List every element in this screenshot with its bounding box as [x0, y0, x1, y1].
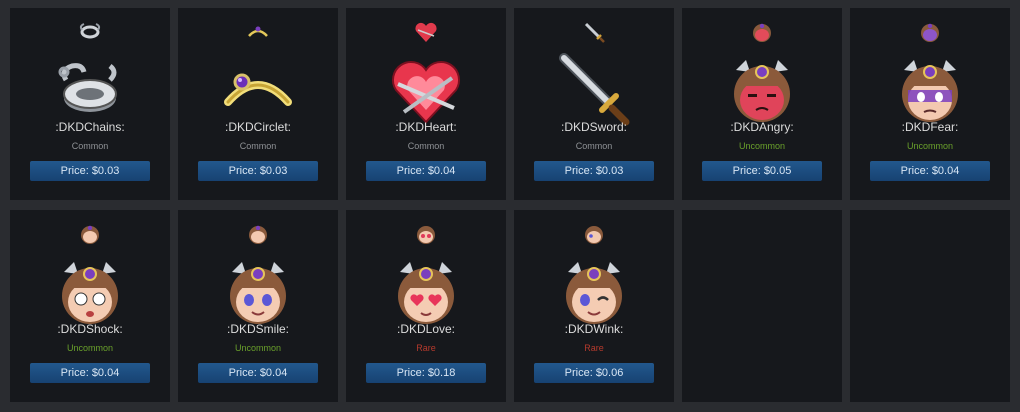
- item-rarity: Uncommon: [234, 343, 281, 353]
- item-name: :DKDLove:: [396, 322, 456, 336]
- love-face-icon: [417, 226, 435, 244]
- item-rarity: Rare: [416, 343, 436, 353]
- price-button[interactable]: Price: $0.03: [30, 161, 150, 181]
- item-card-circlet[interactable]: :DKDCirclet: Common Price: $0.03: [178, 8, 338, 200]
- heart-icon: [415, 22, 437, 42]
- price-button[interactable]: Price: $0.04: [198, 363, 318, 383]
- price-button[interactable]: Price: $0.03: [198, 161, 318, 181]
- item-rarity: Uncommon: [738, 141, 785, 151]
- shock-face-icon: [81, 225, 99, 244]
- item-card-angry[interactable]: :DKDAngry: Uncommon Price: $0.05: [682, 8, 842, 200]
- item-name: :DKDSword:: [560, 120, 628, 134]
- price-button[interactable]: Price: $0.05: [702, 161, 822, 181]
- item-card-heart[interactable]: :DKDHeart: Common Price: $0.04: [346, 8, 506, 200]
- item-rarity: Common: [575, 141, 613, 151]
- item-name: :DKDHeart:: [395, 120, 457, 134]
- item-name: :DKDSmile:: [226, 322, 289, 336]
- item-name: :DKDChains:: [55, 120, 125, 134]
- item-rarity: Common: [407, 141, 445, 151]
- chains-icon: [79, 23, 101, 39]
- item-card-love[interactable]: :DKDLove: Rare Price: $0.18: [346, 210, 506, 402]
- item-rarity: Common: [239, 141, 277, 151]
- smile-face-icon: [249, 225, 267, 244]
- item-rarity: Uncommon: [906, 141, 953, 151]
- item-name: :DKDCirclet:: [224, 120, 291, 134]
- angry-face-icon: [753, 23, 771, 42]
- item-rarity: Rare: [584, 343, 604, 353]
- angry-face-icon: [734, 60, 790, 122]
- emoticon-grid: :DKDChains: Common Price: $0.03 :DKDCirc…: [0, 0, 1020, 412]
- item-name: :DKDWink:: [564, 322, 624, 336]
- price-button[interactable]: Price: $0.03: [534, 161, 654, 181]
- price-button[interactable]: Price: $0.04: [366, 161, 486, 181]
- item-card-wink[interactable]: :DKDWink: Rare Price: $0.06: [514, 210, 674, 402]
- empty-card-slot: [850, 210, 1010, 402]
- circlet-icon: [248, 26, 268, 37]
- circlet-icon: [224, 73, 292, 106]
- item-name: :DKDShock:: [57, 322, 123, 336]
- price-button[interactable]: Price: $0.06: [534, 363, 654, 383]
- price-button[interactable]: Price: $0.18: [366, 363, 486, 383]
- item-card-chains[interactable]: :DKDChains: Common Price: $0.03: [10, 8, 170, 200]
- smile-face-icon: [230, 262, 286, 324]
- fear-face-icon: [921, 23, 939, 42]
- item-name: :DKDFear:: [901, 120, 959, 134]
- heart-icon: [391, 61, 461, 124]
- love-face-icon: [398, 262, 454, 324]
- empty-card-slot: [682, 210, 842, 402]
- item-card-shock[interactable]: :DKDShock: Uncommon Price: $0.04: [10, 210, 170, 402]
- price-button[interactable]: Price: $0.04: [870, 161, 990, 181]
- item-card-sword[interactable]: :DKDSword: Common Price: $0.03: [514, 8, 674, 200]
- item-rarity: Common: [71, 141, 109, 151]
- item-card-smile[interactable]: :DKDSmile: Uncommon Price: $0.04: [178, 210, 338, 402]
- shock-face-icon: [62, 262, 118, 324]
- item-name: :DKDAngry:: [730, 120, 794, 134]
- wink-face-icon: [566, 262, 622, 324]
- chains-icon: [58, 63, 117, 112]
- sword-icon: [584, 22, 605, 43]
- item-card-fear[interactable]: :DKDFear: Uncommon Price: $0.04: [850, 8, 1010, 200]
- wink-face-icon: [585, 226, 603, 244]
- fear-face-icon: [902, 60, 958, 122]
- price-button[interactable]: Price: $0.04: [30, 363, 150, 383]
- item-rarity: Uncommon: [66, 343, 113, 353]
- sword-icon: [559, 53, 630, 126]
